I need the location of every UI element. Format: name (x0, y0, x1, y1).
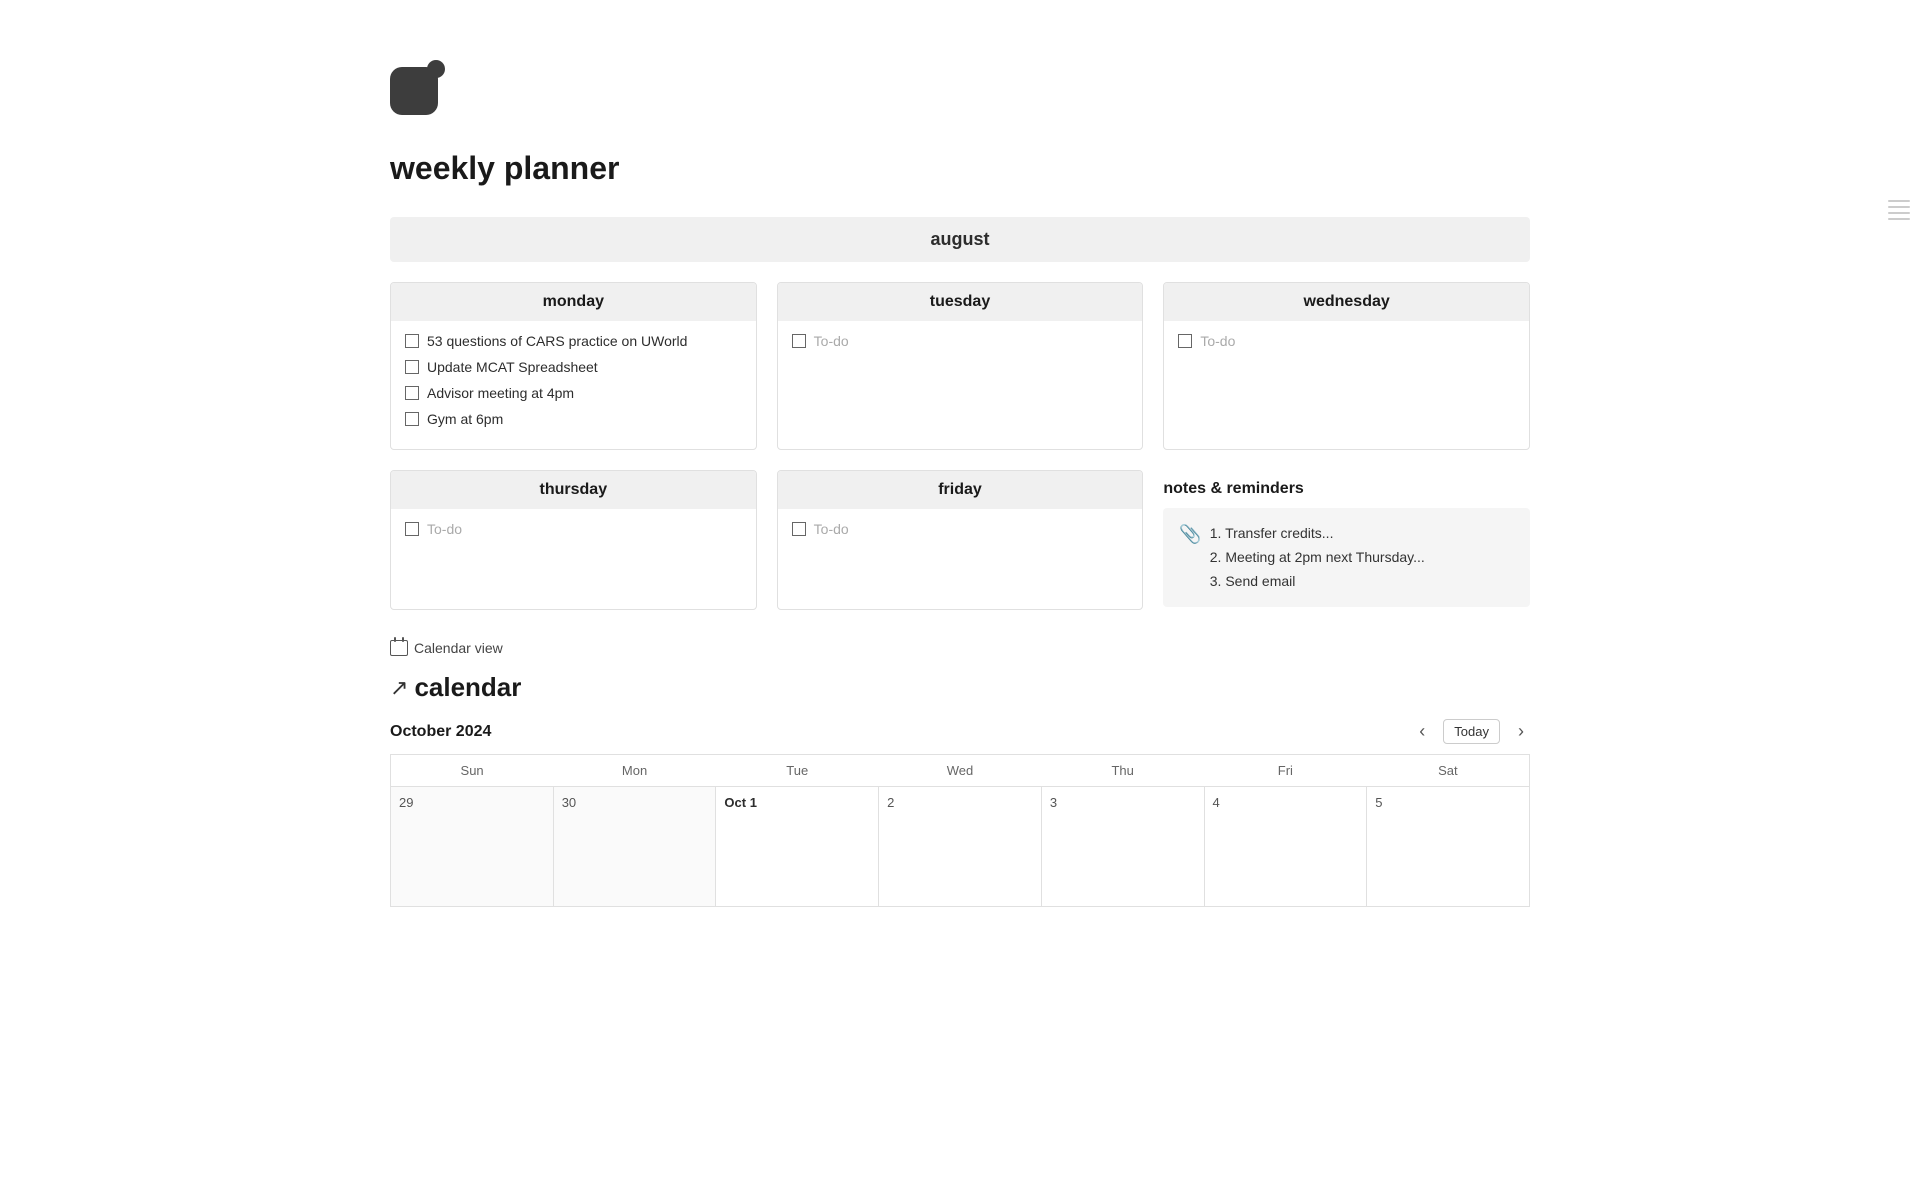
calendar-grid: Sun Mon Tue Wed Thu Fri Sat 29 30 Oct 1 (390, 754, 1530, 907)
tuesday-header: tuesday (778, 283, 1143, 321)
calendar-cell[interactable]: 29 (391, 787, 554, 907)
calendar-cell[interactable]: Oct 1 (716, 787, 879, 907)
date-number: 2 (887, 795, 1033, 810)
scrollbar[interactable] (1888, 200, 1910, 220)
calendar-view-label: Calendar view (414, 640, 503, 656)
month-header: august (390, 217, 1530, 262)
date-number: 30 (562, 795, 708, 810)
calendar-nav-buttons: ‹ Today › (1413, 719, 1530, 744)
arrow-icon: ↗ (390, 675, 408, 701)
calendar-cell[interactable]: 5 (1367, 787, 1530, 907)
task-item[interactable]: Update MCAT Spreadsheet (405, 359, 742, 375)
weekday-fri: Fri (1204, 755, 1367, 787)
scrollbar-line (1888, 212, 1910, 214)
task-item-placeholder[interactable]: To-do (792, 333, 1129, 349)
task-checkbox[interactable] (405, 386, 419, 400)
note-item-3: 3. Send email (1210, 570, 1425, 594)
tuesday-block: tuesday To-do (777, 282, 1144, 450)
calendar-cell[interactable]: 3 (1041, 787, 1204, 907)
scrollbar-line (1888, 200, 1910, 202)
task-item-placeholder[interactable]: To-do (792, 521, 1129, 537)
date-number: 5 (1375, 795, 1521, 810)
notes-list: 1. Transfer credits... 2. Meeting at 2pm… (1210, 522, 1425, 593)
wednesday-block: wednesday To-do (1163, 282, 1530, 450)
date-number: 3 (1050, 795, 1196, 810)
notes-block: notes & reminders 📎 1. Transfer credits.… (1163, 470, 1530, 610)
scrollbar-line (1888, 218, 1910, 220)
wednesday-header: wednesday (1164, 283, 1529, 321)
note-item-2: 2. Meeting at 2pm next Thursday... (1210, 546, 1425, 570)
task-checkbox[interactable] (792, 522, 806, 536)
calendar-cell[interactable]: 4 (1204, 787, 1367, 907)
task-checkbox[interactable] (405, 522, 419, 536)
task-checkbox[interactable] (1178, 334, 1192, 348)
weekday-sat: Sat (1367, 755, 1530, 787)
weekday-tue: Tue (716, 755, 879, 787)
task-checkbox[interactable] (405, 412, 419, 426)
calendar-section-title: ↗ calendar (390, 672, 1530, 703)
thursday-header: thursday (391, 471, 756, 509)
notes-header: notes & reminders (1163, 470, 1530, 498)
weekday-sun: Sun (391, 755, 554, 787)
task-checkbox[interactable] (792, 334, 806, 348)
monday-block: monday 53 questions of CARS practice on … (390, 282, 757, 450)
date-number-oct1: Oct 1 (724, 795, 870, 810)
scrollbar-line (1888, 206, 1910, 208)
logo (390, 60, 1530, 120)
task-checkbox[interactable] (405, 360, 419, 374)
friday-header: friday (778, 471, 1143, 509)
calendar-cell[interactable]: 2 (879, 787, 1042, 907)
task-item[interactable]: Gym at 6pm (405, 411, 742, 427)
date-number: 4 (1213, 795, 1359, 810)
date-number: 29 (399, 795, 545, 810)
calendar-title-text: calendar (414, 672, 521, 703)
weekday-wed: Wed (879, 755, 1042, 787)
prev-month-button[interactable]: ‹ (1413, 719, 1431, 744)
monday-header: monday (391, 283, 756, 321)
calendar-cell[interactable]: 30 (553, 787, 716, 907)
friday-block: friday To-do (777, 470, 1144, 610)
task-item[interactable]: Advisor meeting at 4pm (405, 385, 742, 401)
next-month-button[interactable]: › (1512, 719, 1530, 744)
calendar-week-row: 29 30 Oct 1 2 3 4 5 (391, 787, 1530, 907)
task-item-placeholder[interactable]: To-do (1178, 333, 1515, 349)
calendar-month-label: October 2024 (390, 723, 491, 741)
task-checkbox[interactable] (405, 334, 419, 348)
weekday-mon: Mon (553, 755, 716, 787)
thursday-block: thursday To-do (390, 470, 757, 610)
calendar-nav: October 2024 ‹ Today › (390, 719, 1530, 744)
calendar-view-link[interactable]: Calendar view (390, 640, 1530, 656)
paperclip-icon: 📎 (1179, 524, 1201, 545)
today-button[interactable]: Today (1443, 719, 1500, 744)
calendar-icon (390, 640, 408, 656)
note-item-1: 1. Transfer credits... (1210, 522, 1425, 546)
notes-content: 📎 1. Transfer credits... 2. Meeting at 2… (1163, 508, 1530, 607)
weekday-thu: Thu (1041, 755, 1204, 787)
page-title: weekly planner (390, 150, 1530, 187)
task-item-placeholder[interactable]: To-do (405, 521, 742, 537)
task-item[interactable]: 53 questions of CARS practice on UWorld (405, 333, 742, 349)
